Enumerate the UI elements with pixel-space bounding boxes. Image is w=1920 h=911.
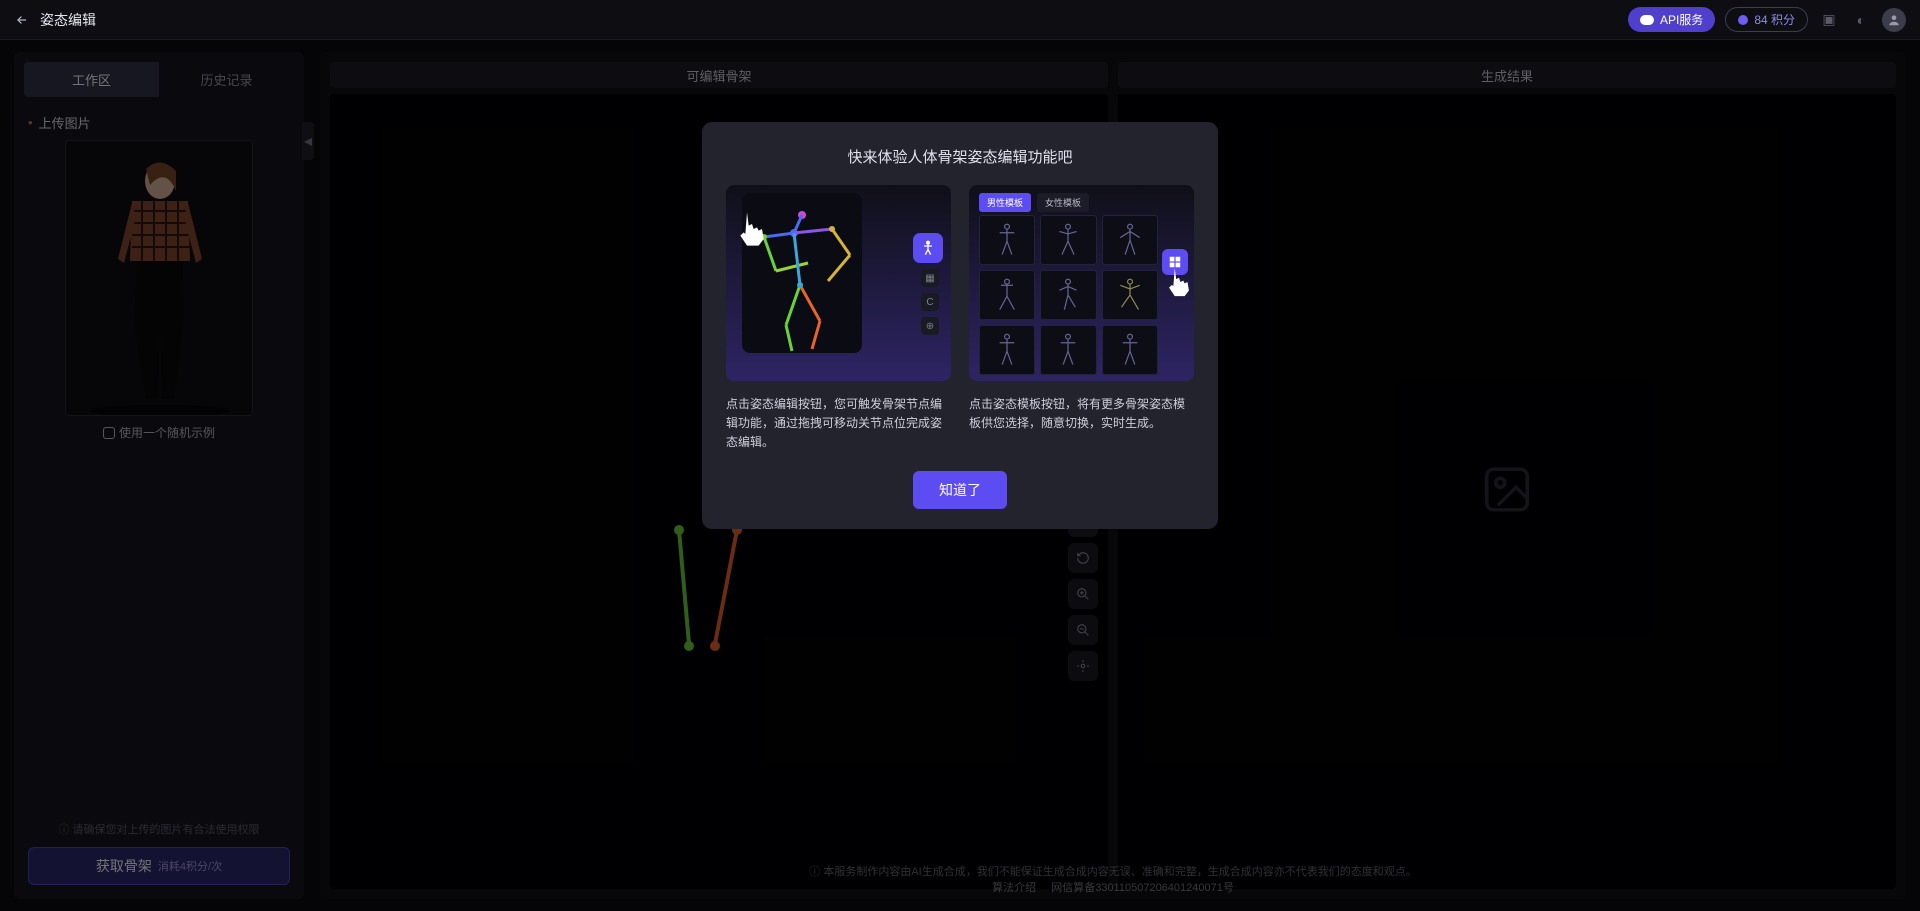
template-cell — [1040, 215, 1096, 265]
template-cell — [979, 325, 1035, 375]
points-dot-icon — [1738, 15, 1748, 25]
points-pill[interactable]: 84 积分 — [1725, 7, 1808, 32]
template-cell — [979, 270, 1035, 320]
template-cell — [1040, 325, 1096, 375]
points-value: 84 积分 — [1754, 11, 1795, 28]
help-icon[interactable]: ◐ — [1850, 9, 1872, 31]
onboarding-modal: 快来体验人体骨架姿态编辑功能吧 — [702, 122, 1218, 529]
avatar[interactable] — [1882, 8, 1906, 32]
template-cell — [1102, 325, 1158, 375]
modal-title: 快来体验人体骨架姿态编辑功能吧 — [726, 146, 1194, 167]
mini-tool-grid-icon: ▦ — [921, 269, 939, 287]
inbox-icon[interactable]: ▣ — [1818, 9, 1840, 31]
template-cell — [1102, 215, 1158, 265]
modal-card-edit-image: ▦ C ⊕ — [726, 185, 951, 381]
pointer-hand-icon — [732, 209, 772, 249]
mini-tool-reset-icon: C — [921, 293, 939, 311]
modal-card-template-image: 男性模板 女性模板 — [969, 185, 1194, 381]
modal-card-template-desc: 点击姿态模板按钮，将有更多骨架姿态模板供您选择，随意切换，实时生成。 — [969, 395, 1194, 433]
modal-confirm-button[interactable]: 知道了 — [913, 471, 1007, 509]
template-tab-female: 女性模板 — [1037, 193, 1089, 212]
back-icon[interactable] — [14, 12, 30, 28]
template-tab-male: 男性模板 — [979, 193, 1031, 212]
page-title: 姿态编辑 — [40, 10, 96, 30]
onboarding-modal-overlay: 快来体验人体骨架姿态编辑功能吧 — [0, 40, 1920, 911]
api-service-label: API服务 — [1660, 11, 1703, 28]
template-cell — [1102, 270, 1158, 320]
mini-tool-zoom-icon: ⊕ — [921, 317, 939, 335]
modal-card-edit-desc: 点击姿态编辑按钮，您可触发骨架节点编辑功能，通过拖拽可移动关节点位完成姿态编辑。 — [726, 395, 951, 453]
api-service-button[interactable]: API服务 — [1628, 7, 1715, 32]
template-cell — [979, 215, 1035, 265]
mini-pose-edit-icon — [913, 233, 943, 263]
template-cell — [1040, 270, 1096, 320]
cloud-icon — [1640, 15, 1654, 25]
pointer-hand-icon — [1162, 265, 1194, 299]
